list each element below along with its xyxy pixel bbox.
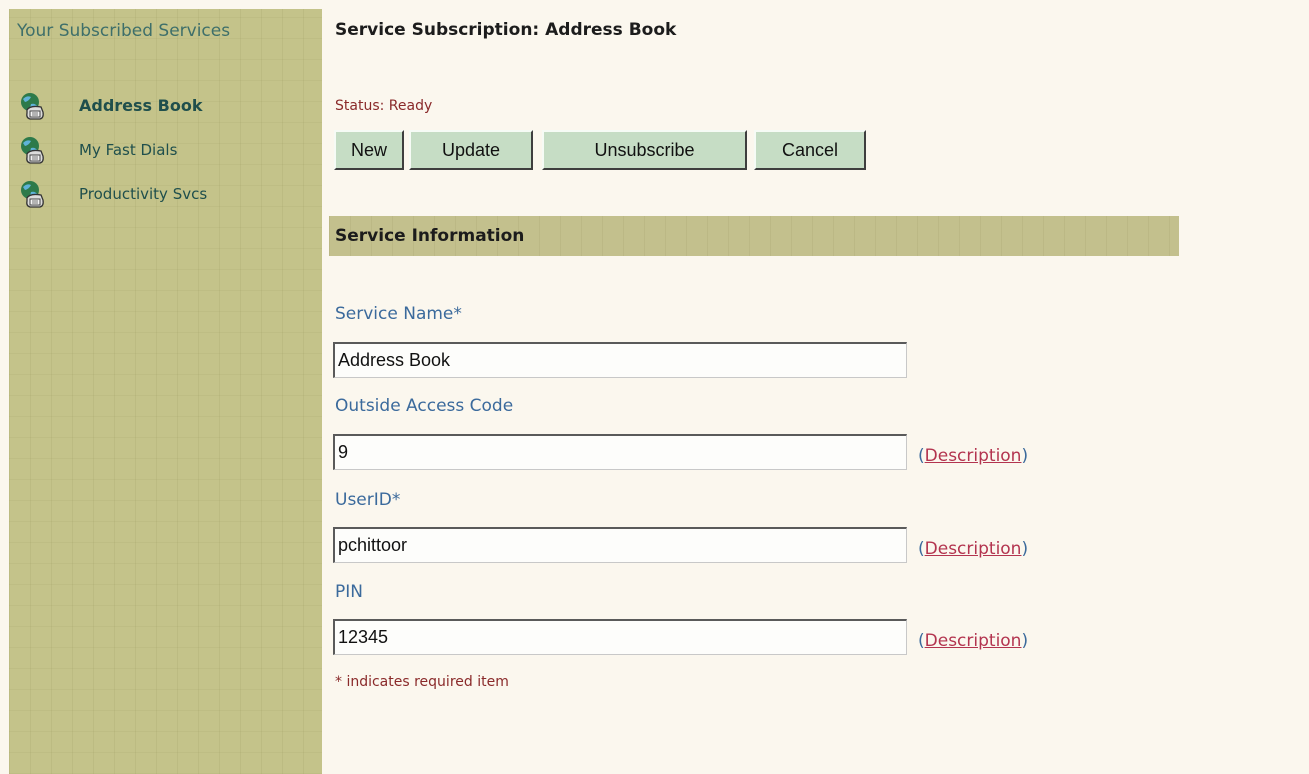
paren-close: ) — [1021, 631, 1029, 651]
userid-label: UserID* — [335, 490, 401, 510]
sidebar-title: Your Subscribed Services — [17, 21, 231, 41]
paren-open: ( — [918, 631, 925, 651]
sidebar: Your Subscribed Services Address Book My… — [9, 9, 322, 774]
section-header: Service Information — [329, 216, 1179, 256]
outside-access-code-description: (Description) — [918, 446, 1028, 466]
status-text: Status: Ready — [335, 98, 433, 114]
section-title: Service Information — [335, 226, 525, 246]
pin-input[interactable] — [333, 619, 907, 655]
sidebar-item-label: My Fast Dials — [79, 141, 178, 159]
globe-phone-icon — [21, 137, 44, 164]
description-link[interactable]: Description — [925, 631, 1022, 651]
new-button[interactable]: New — [334, 130, 404, 170]
paren-close: ) — [1021, 539, 1029, 559]
sidebar-item-label: Address Book — [79, 96, 203, 115]
pin-label: PIN — [335, 582, 363, 602]
globe-phone-icon — [21, 181, 44, 208]
globe-phone-icon — [21, 93, 44, 120]
pin-description: (Description) — [918, 631, 1028, 651]
sidebar-item-my-fast-dials[interactable]: My Fast Dials — [18, 135, 308, 169]
update-button[interactable]: Update — [409, 130, 533, 170]
cancel-button[interactable]: Cancel — [754, 130, 866, 170]
unsubscribe-button[interactable]: Unsubscribe — [542, 130, 747, 170]
service-name-input[interactable] — [333, 342, 907, 378]
sidebar-item-label: Productivity Svcs — [79, 185, 208, 203]
outside-access-code-label: Outside Access Code — [335, 396, 514, 416]
sidebar-item-address-book[interactable]: Address Book — [18, 91, 308, 125]
description-link[interactable]: Description — [925, 539, 1022, 559]
sidebar-item-productivity-svcs[interactable]: Productivity Svcs — [18, 179, 308, 213]
required-note: * indicates required item — [335, 674, 509, 690]
paren-open: ( — [918, 539, 925, 559]
page-title: Service Subscription: Address Book — [335, 20, 677, 40]
userid-description: (Description) — [918, 539, 1028, 559]
userid-input[interactable] — [333, 527, 907, 563]
description-link[interactable]: Description — [925, 446, 1022, 466]
paren-open: ( — [918, 446, 925, 466]
paren-close: ) — [1021, 446, 1029, 466]
service-name-label: Service Name* — [335, 304, 462, 324]
outside-access-code-input[interactable] — [333, 434, 907, 470]
